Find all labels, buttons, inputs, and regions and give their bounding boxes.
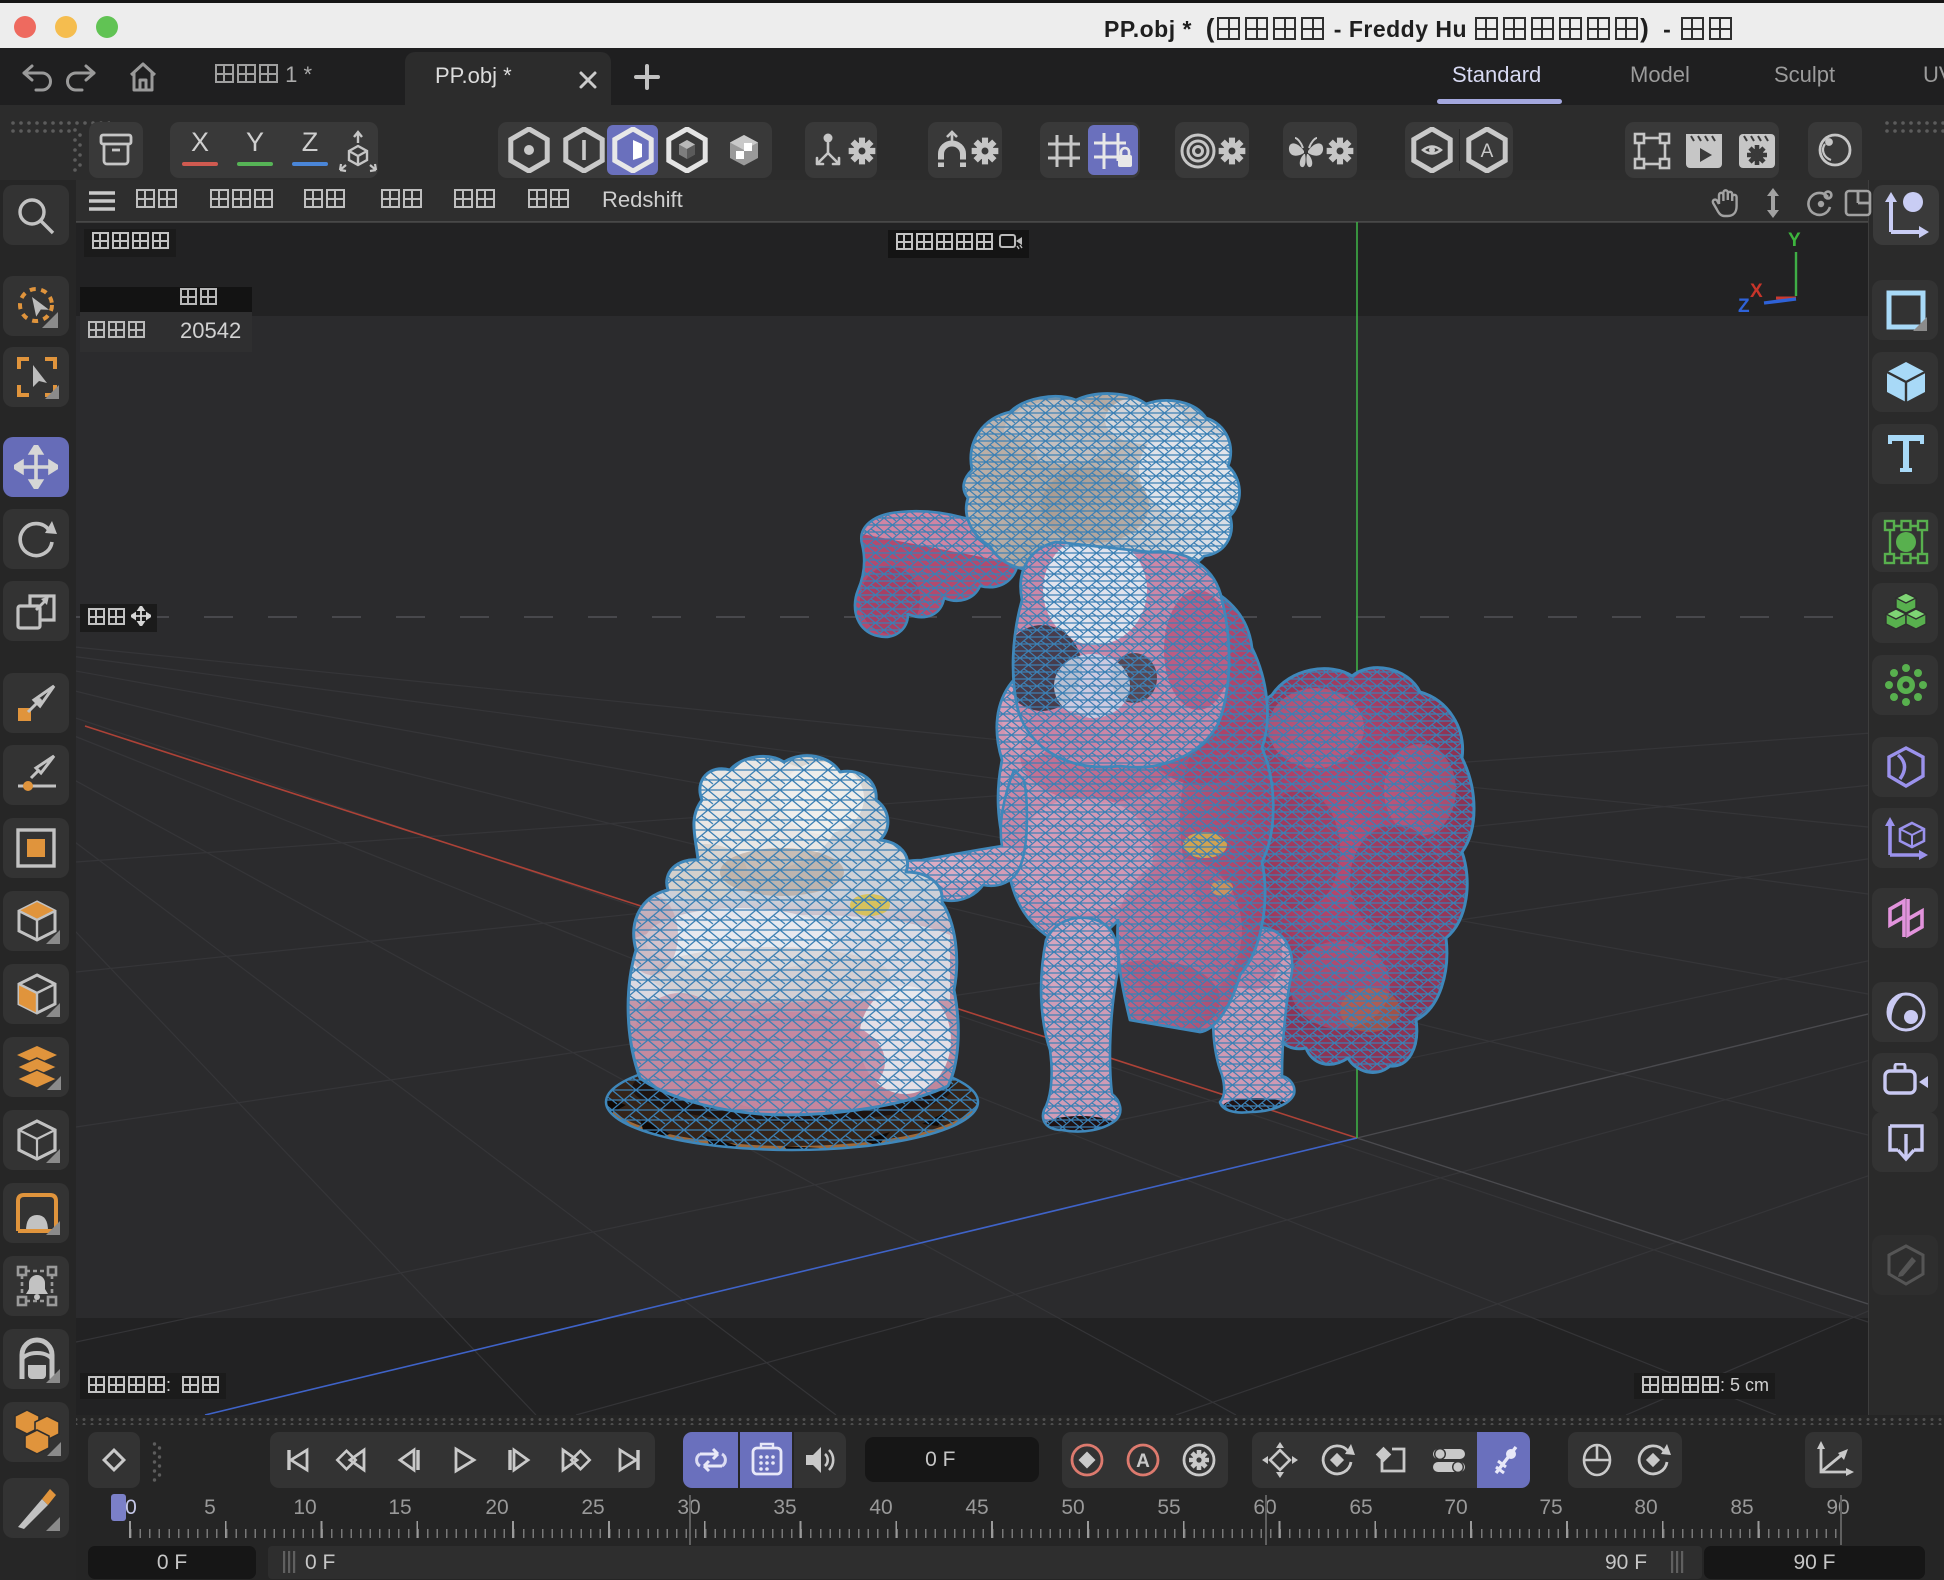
svg-text:Y: Y bbox=[1788, 230, 1801, 251]
svg-text:Z: Z bbox=[1738, 296, 1750, 317]
svg-text:A: A bbox=[1481, 141, 1494, 162]
svg-text:A: A bbox=[1136, 1451, 1150, 1472]
svg-text:X: X bbox=[1750, 281, 1763, 302]
